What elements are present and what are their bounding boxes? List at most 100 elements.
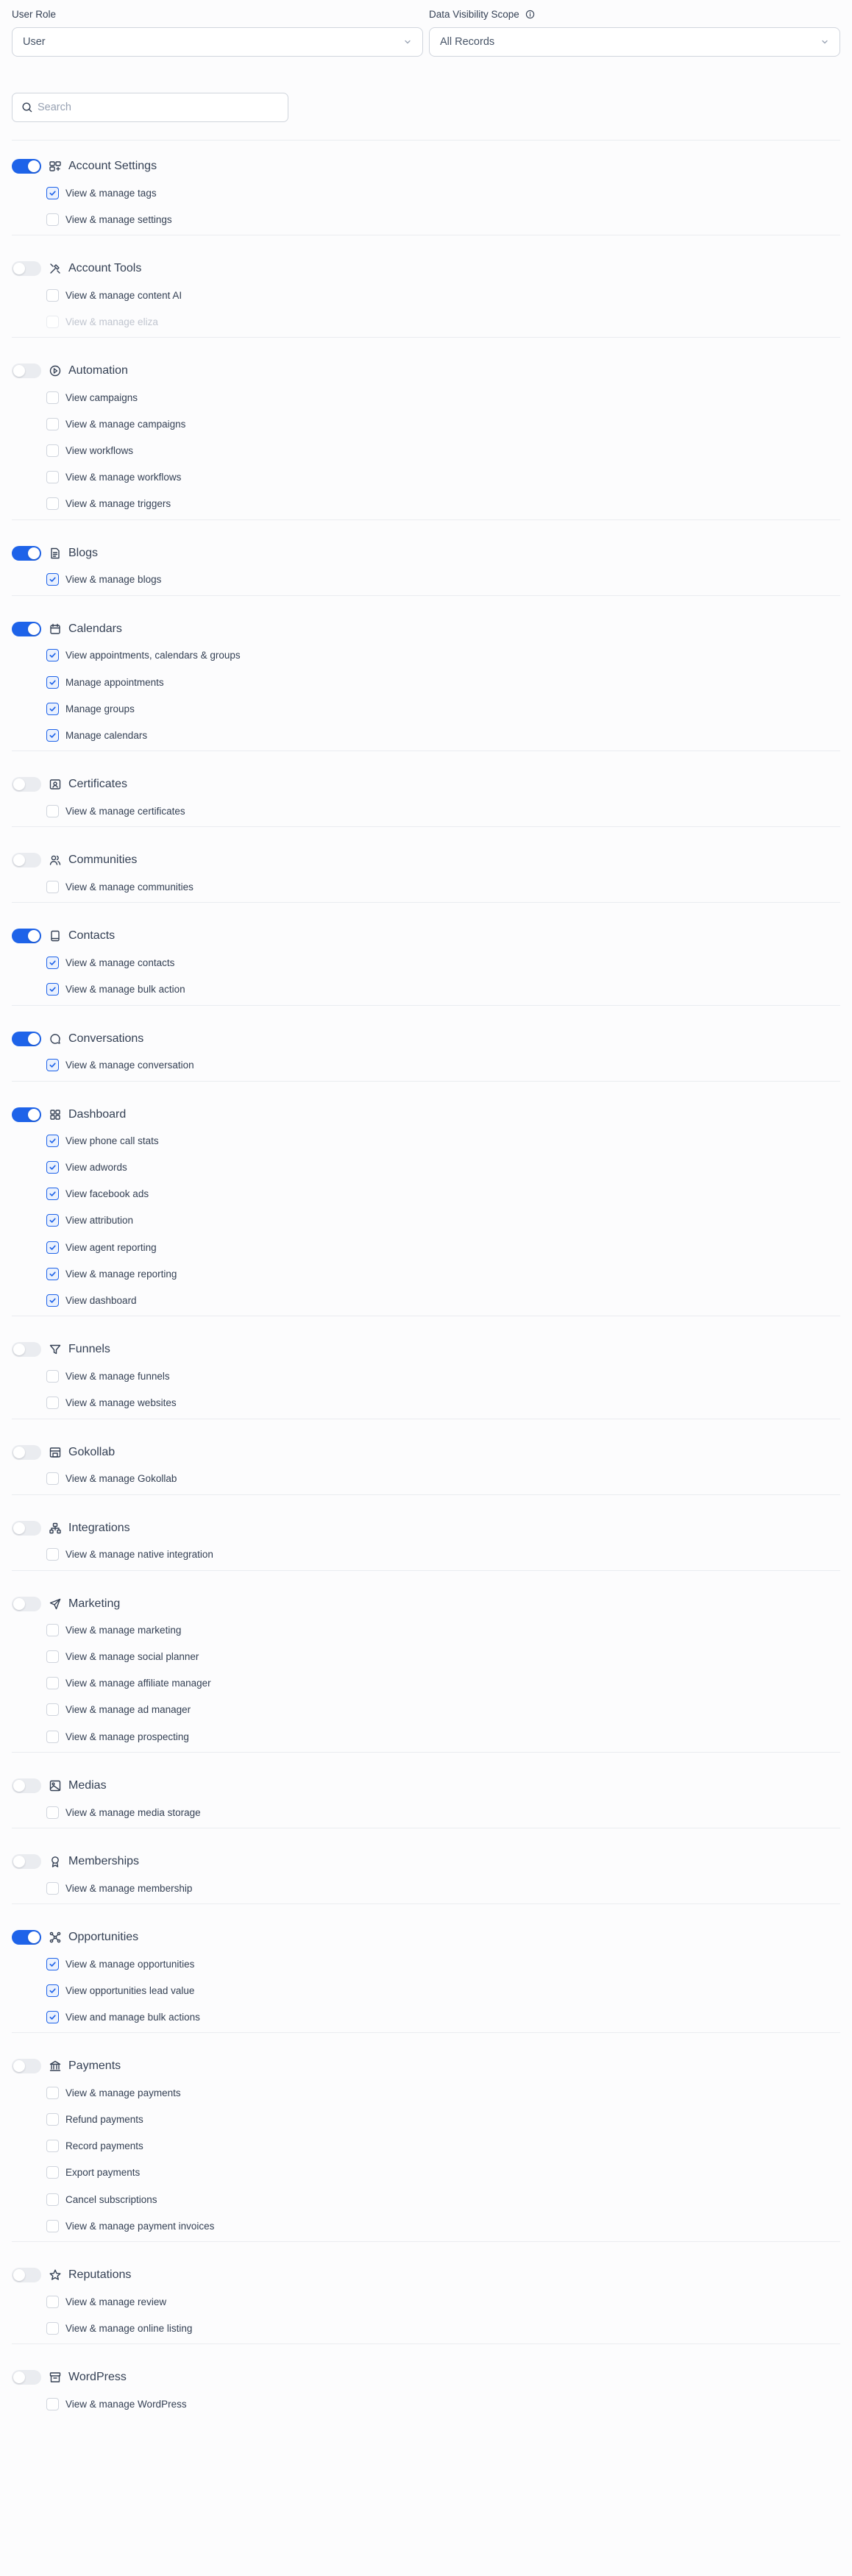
permission-checkbox[interactable] [46,186,59,199]
permission-checkbox[interactable] [46,497,59,511]
permission-item[interactable]: View appointments, calendars & groups [46,648,241,663]
permission-checkbox[interactable] [46,1241,59,1254]
section-toggle[interactable] [12,2059,41,2074]
permission-item[interactable]: View & manage funnels [46,1369,170,1383]
permission-checkbox[interactable] [46,2295,59,2308]
permission-item[interactable]: View & manage content AI [46,288,182,302]
section-toggle[interactable] [12,1596,41,1611]
permission-item[interactable]: View & manage conversation [46,1058,194,1073]
section-toggle[interactable] [12,1930,41,1945]
permission-checkbox[interactable] [46,1059,59,1071]
permission-item[interactable]: View & manage settings [46,212,172,227]
permission-item[interactable]: View & manage review [46,2294,166,2309]
section-toggle[interactable] [12,853,41,868]
permission-checkbox[interactable] [46,702,59,715]
permission-item[interactable]: View & manage workflows [46,470,181,485]
section-toggle[interactable] [12,929,41,944]
permission-item[interactable]: View & manage online listing [46,2321,192,2335]
permission-item[interactable]: View dashboard [46,1293,137,1307]
permission-item[interactable]: View & manage campaigns [46,416,185,431]
permission-item[interactable]: Manage calendars [46,728,147,742]
permission-item[interactable]: View & manage marketing [46,1623,181,1638]
permission-checkbox[interactable] [46,2113,59,2126]
permission-item[interactable]: Manage appointments [46,675,164,689]
section-toggle[interactable] [12,1342,41,1358]
permission-checkbox[interactable] [46,956,59,969]
permission-item[interactable]: View & manage Gokollab [46,1472,177,1486]
section-toggle[interactable] [12,1031,41,1046]
permission-checkbox[interactable] [46,573,59,586]
section-toggle[interactable] [12,2268,41,2283]
section-toggle[interactable] [12,621,41,636]
permission-item[interactable]: View and manage bulk actions [46,2009,200,2024]
permission-item[interactable]: View & manage payment invoices [46,2218,214,2233]
permission-item[interactable]: View attribution [46,1213,133,1228]
permission-checkbox[interactable] [46,288,59,302]
permission-checkbox[interactable] [46,1267,59,1280]
info-icon[interactable] [525,10,535,19]
section-toggle[interactable] [12,777,41,792]
search-box[interactable] [12,93,288,122]
permission-item[interactable]: View & manage media storage [46,1805,201,1820]
permission-item[interactable]: Manage groups [46,701,135,716]
permission-checkbox[interactable] [46,1214,59,1227]
permission-checkbox[interactable] [46,675,59,689]
permission-checkbox[interactable] [46,1548,59,1561]
permission-checkbox[interactable] [46,1369,59,1383]
permission-item[interactable]: View workflows [46,444,133,458]
permission-checkbox[interactable] [46,1161,59,1174]
permission-item[interactable]: View & manage blogs [46,572,161,587]
permission-checkbox[interactable] [46,417,59,430]
section-toggle[interactable] [12,2370,41,2385]
permission-item[interactable]: Export payments [46,2165,140,2180]
permission-item[interactable]: View & manage bulk action [46,982,185,996]
permission-checkbox[interactable] [46,1624,59,1637]
section-toggle[interactable] [12,159,41,174]
permission-checkbox[interactable] [46,1677,59,1690]
user-role-select[interactable]: User [12,27,423,57]
permission-checkbox[interactable] [46,2219,59,2232]
permission-checkbox[interactable] [46,2140,59,2153]
permission-item[interactable]: View & manage tags [46,185,157,200]
permission-checkbox[interactable] [46,2010,59,2023]
permission-checkbox[interactable] [46,2166,59,2179]
permission-item[interactable]: View & manage ad manager [46,1703,191,1717]
permission-item[interactable]: View & manage opportunities [46,1956,194,1971]
permission-item[interactable]: View & manage WordPress [46,2396,187,2411]
permission-checkbox[interactable] [46,1650,59,1664]
permission-item[interactable]: View & manage triggers [46,497,171,511]
permission-checkbox[interactable] [46,1472,59,1486]
permission-checkbox[interactable] [46,1881,59,1895]
permission-item[interactable]: View facebook ads [46,1187,149,1202]
permission-checkbox[interactable] [46,2321,59,2335]
search-input[interactable] [38,102,258,113]
permission-item[interactable]: View & manage payments [46,2085,181,2100]
permission-checkbox[interactable] [46,1703,59,1717]
permission-checkbox[interactable] [46,2086,59,2099]
permission-item[interactable]: View opportunities lead value [46,1983,194,1998]
scope-select[interactable]: All Records [429,27,840,57]
permission-checkbox[interactable] [46,1730,59,1743]
permission-checkbox[interactable] [46,1294,59,1307]
section-toggle[interactable] [12,363,41,379]
permission-item[interactable]: View phone call stats [46,1134,159,1149]
permission-checkbox[interactable] [46,982,59,996]
section-toggle[interactable] [12,1778,41,1794]
permission-item[interactable]: View & manage prospecting [46,1729,189,1744]
permission-checkbox[interactable] [46,804,59,817]
permission-item[interactable]: Cancel subscriptions [46,2192,157,2207]
permission-item[interactable]: View & manage websites [46,1396,177,1411]
permission-item[interactable]: Record payments [46,2139,143,2154]
permission-checkbox[interactable] [46,1806,59,1819]
permission-item[interactable]: View & manage native integration [46,1547,213,1562]
permission-checkbox[interactable] [46,2193,59,2206]
permission-checkbox[interactable] [46,471,59,484]
permission-checkbox[interactable] [46,1397,59,1410]
permission-checkbox[interactable] [46,444,59,458]
section-toggle[interactable] [12,1107,41,1122]
permission-item[interactable]: View & manage reporting [46,1266,177,1281]
section-toggle[interactable] [12,261,41,277]
permission-checkbox[interactable] [46,649,59,662]
permission-item[interactable]: View & manage contacts [46,955,174,970]
permission-checkbox[interactable] [46,1188,59,1201]
